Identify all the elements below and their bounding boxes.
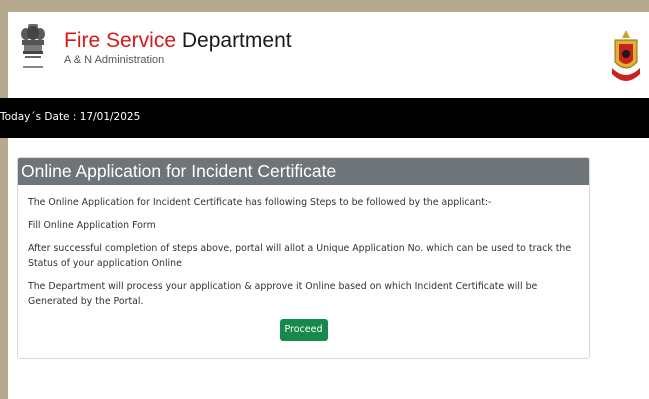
proceed-button[interactable]: Proceed — [279, 319, 328, 341]
site-title: Fire Service Department — [64, 29, 292, 53]
site-subtitle: A & N Administration — [64, 54, 165, 66]
fire-service-badge-icon — [612, 30, 640, 81]
national-emblem-icon — [21, 24, 45, 68]
site-title-accent: Fire Service — [64, 29, 177, 52]
instruction-allotment: After successful completion of steps abo… — [28, 243, 572, 269]
application-panel: Online Application for Incident Certific… — [17, 157, 590, 359]
button-row: Proceed — [28, 317, 579, 341]
instructions-intro: The Online Application for Incident Cert… — [28, 197, 492, 208]
instruction-approval: The Department will process your applica… — [28, 281, 538, 307]
panel-title: Online Application for Incident Certific… — [21, 161, 337, 181]
page: Fire Service Department A & N Administra… — [0, 12, 649, 399]
date-bar: Today´s Date : 17/01/2025 — [0, 98, 649, 138]
site-title-rest: Department — [176, 29, 292, 52]
panel-body: The Online Application for Incident Cert… — [18, 185, 589, 341]
instruction-step: Fill Online Application Form — [28, 220, 156, 231]
panel-header: Online Application for Incident Certific… — [18, 158, 589, 185]
todays-date: Today´s Date : 17/01/2025 — [0, 111, 141, 123]
site-header: Fire Service Department A & N Administra… — [8, 12, 649, 98]
